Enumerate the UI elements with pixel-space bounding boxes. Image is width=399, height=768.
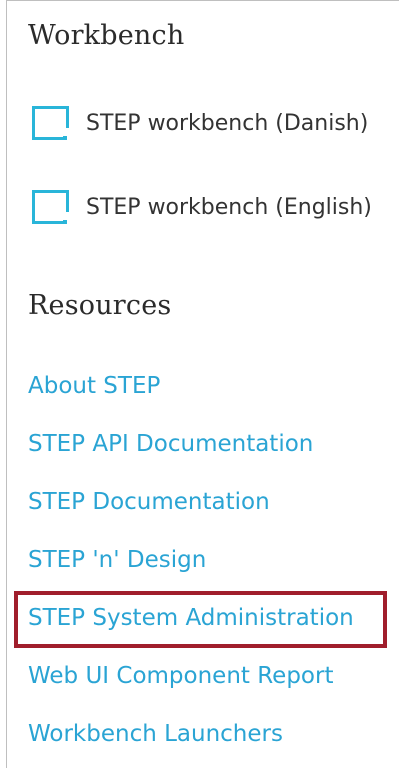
resources-heading: Resources (28, 290, 172, 321)
link-step-n-design[interactable]: STEP 'n' Design (28, 547, 206, 573)
link-step-api-documentation[interactable]: STEP API Documentation (28, 431, 313, 457)
link-step-system-administration[interactable]: STEP System Administration (28, 605, 354, 631)
workbench-heading: Workbench (28, 20, 185, 51)
workbench-launcher-icon (30, 189, 69, 225)
launcher-step-workbench-danish[interactable]: STEP workbench (Danish) (30, 103, 368, 143)
launcher-step-workbench-english[interactable]: STEP workbench (English) (30, 187, 372, 227)
launcher-label: STEP workbench (English) (86, 194, 372, 220)
link-web-ui-component-report[interactable]: Web UI Component Report (28, 663, 333, 689)
workbench-launcher-icon (30, 105, 69, 141)
link-workbench-launchers[interactable]: Workbench Launchers (28, 721, 283, 747)
link-step-documentation[interactable]: STEP Documentation (28, 489, 270, 515)
launcher-label: STEP workbench (Danish) (86, 110, 369, 136)
link-about-step[interactable]: About STEP (28, 373, 160, 399)
